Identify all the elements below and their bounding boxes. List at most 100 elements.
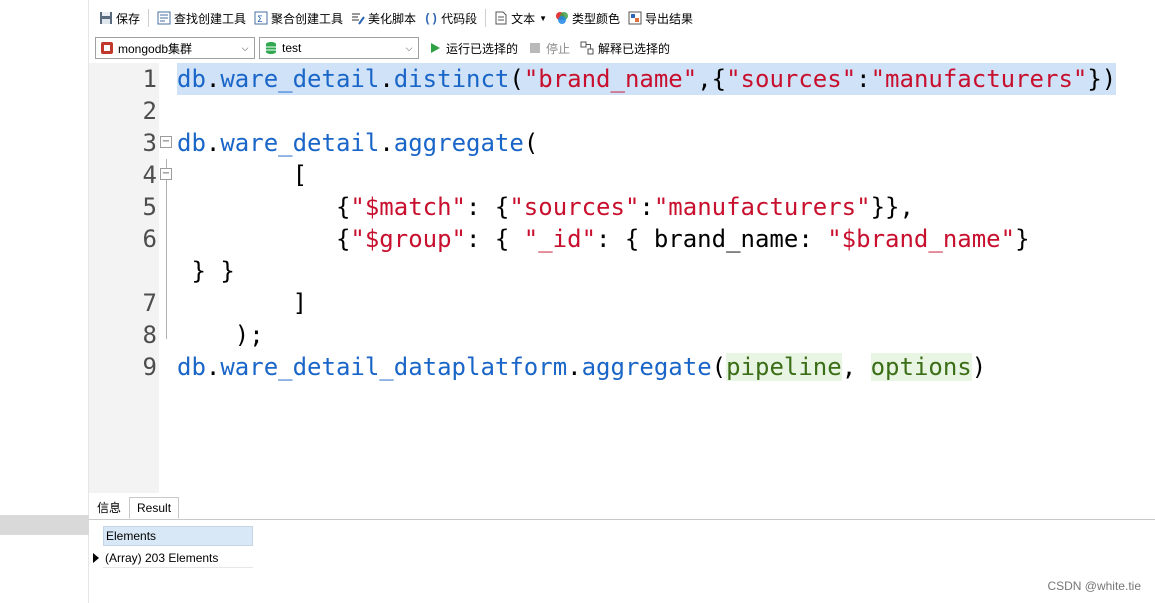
left-navigation-pane[interactable] bbox=[0, 0, 89, 603]
code-line[interactable]: 8 ); bbox=[89, 319, 1155, 351]
code-token: . bbox=[567, 353, 582, 381]
code-token: : { bbox=[465, 193, 510, 221]
connection-value: mongodb集群 bbox=[118, 41, 193, 56]
line-number: 6 bbox=[142, 225, 157, 253]
beautify-script-button[interactable]: 美化脚本 bbox=[347, 7, 420, 29]
query-builder-label: 查找创建工具 bbox=[174, 11, 247, 26]
code-token: options bbox=[870, 353, 972, 381]
code-token: db bbox=[177, 129, 206, 157]
code-token: db bbox=[177, 353, 206, 381]
code-token: ); bbox=[177, 321, 264, 349]
code-text: {"$group": { "_id": { brand_name: "$bran… bbox=[177, 223, 1030, 255]
code-token: aggregate bbox=[581, 353, 712, 381]
query-builder-icon bbox=[157, 11, 171, 25]
line-number: 8 bbox=[142, 321, 157, 349]
selected-tree-item[interactable] bbox=[0, 515, 89, 535]
code-token: } bbox=[1015, 225, 1030, 253]
text-mode-label: 文本 bbox=[511, 11, 536, 26]
run-selected-button[interactable]: 运行已选择的 bbox=[423, 37, 523, 59]
type-color-button[interactable]: 类型颜色 bbox=[551, 7, 624, 29]
code-text: db.ware_detail.aggregate( bbox=[177, 127, 538, 159]
code-token: ware_detail bbox=[220, 65, 380, 93]
line-number: 1 bbox=[142, 65, 157, 93]
save-button[interactable]: 保存 bbox=[95, 7, 144, 29]
code-token: . bbox=[205, 65, 221, 93]
stop-label: 停止 bbox=[546, 41, 571, 56]
code-token: }}, bbox=[870, 193, 914, 221]
database-value: test bbox=[282, 41, 302, 55]
aggregate-builder-icon: Σ bbox=[254, 11, 268, 25]
code-text: ); bbox=[177, 319, 264, 351]
stop-button[interactable]: 停止 bbox=[523, 37, 575, 59]
code-line[interactable]: 5 {"$match": {"sources":"manufacturers"}… bbox=[89, 191, 1155, 223]
code-line[interactable]: 1 db.ware_detail.distinct("brand_name",{"… bbox=[89, 63, 1155, 95]
code-token: ( bbox=[711, 353, 727, 381]
connection-select[interactable]: mongodb集群 ⌵ bbox=[95, 37, 255, 59]
chevron-down-icon: ⌵ bbox=[405, 42, 413, 53]
code-token: ] bbox=[177, 289, 308, 317]
code-token: : bbox=[856, 65, 871, 93]
code-token: "$match" bbox=[350, 193, 466, 221]
code-token: distinct bbox=[393, 65, 510, 93]
query-builder-button[interactable]: 查找创建工具 bbox=[153, 7, 250, 29]
export-results-button[interactable]: 导出结果 bbox=[624, 7, 697, 29]
code-area[interactable]: 1 db.ware_detail.distinct("brand_name",{"… bbox=[89, 63, 1155, 493]
line-number: 9 bbox=[142, 353, 157, 381]
code-token: ware_detail_dataplatform bbox=[220, 353, 568, 381]
database-icon bbox=[264, 41, 278, 55]
code-token: . bbox=[379, 129, 394, 157]
line-number: 5 bbox=[142, 193, 157, 221]
code-line[interactable]: 7 ] bbox=[89, 287, 1155, 319]
code-line[interactable]: 6 {"$group": { "_id": { brand_name: "$br… bbox=[89, 223, 1155, 255]
database-select[interactable]: test ⌵ bbox=[259, 37, 419, 59]
code-line[interactable]: } } bbox=[89, 255, 1155, 287]
code-line[interactable]: 2 bbox=[89, 95, 1155, 127]
code-token: ware_detail bbox=[220, 129, 380, 157]
fold-toggle-icon[interactable]: − bbox=[160, 168, 172, 180]
toolbar-divider bbox=[148, 9, 150, 27]
editor-toolbar: 保存 查找创建工具 Σ 聚合创建工具 美化脚本 ( ) 代码段 文本 ▼ 类型颜… bbox=[89, 6, 1155, 30]
play-icon bbox=[428, 41, 442, 55]
code-token: "sources" bbox=[509, 193, 640, 221]
code-snippet-button[interactable]: ( ) 代码段 bbox=[420, 7, 481, 29]
code-token: pipeline bbox=[726, 353, 842, 381]
aggregate-builder-button[interactable]: Σ 聚合创建工具 bbox=[250, 7, 347, 29]
code-token: "$group" bbox=[350, 225, 466, 253]
toolbar-divider bbox=[485, 9, 487, 27]
connection-bar: mongodb集群 ⌵ test ⌵ 运行已选择的 停止 解释已选择的 bbox=[89, 36, 1155, 60]
result-tabs: 信息 Result bbox=[89, 496, 1155, 520]
result-panel: Elements (Array) 203 Elements CSDN @whit… bbox=[89, 521, 1155, 603]
run-selected-label: 运行已选择的 bbox=[446, 41, 519, 56]
code-token: "$brand_name" bbox=[827, 225, 1016, 253]
code-token: ) bbox=[971, 353, 987, 381]
tab-info[interactable]: 信息 bbox=[89, 497, 129, 519]
fold-toggle-icon[interactable]: − bbox=[160, 136, 172, 148]
result-column-header[interactable]: Elements bbox=[103, 526, 253, 546]
code-token: ,{ bbox=[697, 65, 727, 93]
save-icon bbox=[99, 11, 113, 25]
credit-text: CSDN @white.tie bbox=[1047, 579, 1141, 593]
text-mode-button[interactable]: 文本 ▼ bbox=[490, 7, 551, 29]
code-token: : bbox=[639, 193, 654, 221]
code-text: {"$match": {"sources":"manufacturers"}}, bbox=[177, 191, 914, 223]
code-token: db bbox=[177, 65, 206, 93]
code-text: } } bbox=[177, 255, 234, 287]
code-token: ( bbox=[523, 129, 539, 157]
code-line[interactable]: 3− db.ware_detail.aggregate( bbox=[89, 127, 1155, 159]
code-editor[interactable]: 1 db.ware_detail.distinct("brand_name",{"… bbox=[89, 63, 1155, 493]
code-token: ( bbox=[509, 65, 524, 93]
explain-selected-button[interactable]: 解释已选择的 bbox=[575, 37, 675, 59]
color-palette-icon bbox=[555, 11, 569, 25]
dropdown-arrow-icon: ▼ bbox=[539, 13, 548, 23]
code-token: . bbox=[205, 129, 221, 157]
code-line[interactable]: 4− [ bbox=[89, 159, 1155, 191]
code-text: [ bbox=[177, 159, 307, 191]
code-token: { bbox=[177, 225, 351, 253]
code-line[interactable]: 9 db.ware_detail_dataplatform.aggregate(p… bbox=[89, 351, 1155, 383]
expand-arrow-icon[interactable] bbox=[93, 553, 99, 563]
code-token: "_id" bbox=[523, 225, 597, 253]
line-number: 2 bbox=[142, 97, 157, 125]
tab-result[interactable]: Result bbox=[129, 497, 180, 519]
mongodb-connection-icon bbox=[100, 41, 114, 55]
result-row[interactable]: (Array) 203 Elements bbox=[103, 548, 253, 568]
